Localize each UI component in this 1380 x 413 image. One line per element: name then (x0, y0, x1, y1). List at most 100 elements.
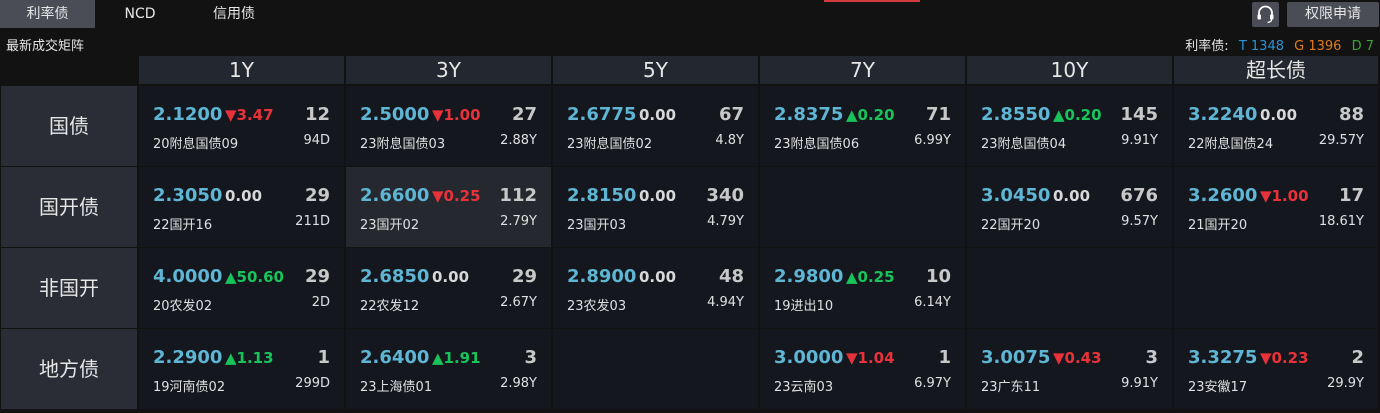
matrix-cell[interactable]: 2.9800 ▲0.25 10 19进出10 6.14Y (760, 248, 965, 328)
matrix-cell[interactable]: 2.5000 ▼1.00 27 23附息国债03 2.88Y (346, 86, 551, 166)
tab-credit-bond[interactable]: 信用债 (185, 0, 283, 28)
matrix-cell[interactable]: 3.0075 ▼0.43 3 23广东11 9.91Y (967, 329, 1172, 409)
sub-header: 最新成交矩阵 利率债: T 1348 G 1396 D 7 (0, 31, 1380, 55)
matrix-cell[interactable]: 2.6775 0.00 67 23附息国债02 4.8Y (553, 86, 758, 166)
remaining-term: 4.79Y (707, 214, 744, 229)
change-value: 0.25 (443, 187, 481, 205)
matrix-cell[interactable]: 2.6600 ▼0.25 112 23国开02 2.79Y (346, 167, 551, 247)
trade-count: 27 (511, 104, 537, 125)
bond-name: 22国开20 (981, 218, 1041, 233)
yield-rate: 2.8150 (567, 185, 637, 206)
headset-button[interactable] (1252, 2, 1279, 27)
yield-change: ▲0.25 (846, 268, 895, 286)
trade-count: 1 (938, 347, 951, 368)
matrix-cell[interactable]: 2.8900 0.00 48 23农发03 4.94Y (553, 248, 758, 328)
trade-count: 676 (1120, 185, 1158, 206)
change-value: 1.00 (1271, 187, 1309, 205)
trade-count: 112 (499, 185, 537, 206)
remaining-term: 29.9Y (1327, 376, 1364, 391)
bond-name: 23云南03 (774, 380, 834, 395)
change-value: 0.20 (1064, 106, 1102, 124)
change-value: 3.47 (236, 106, 274, 124)
yield-change: 0.00 (1260, 106, 1297, 124)
bond-name: 23广东11 (981, 380, 1041, 395)
bond-name: 23农发03 (567, 299, 627, 314)
arrow-up-icon: ▲ (432, 349, 444, 367)
change-value: 0.25 (857, 268, 895, 286)
matrix-cell[interactable]: 2.8550 ▲0.20 145 23附息国债04 9.91Y (967, 86, 1172, 166)
tab-rate-bond[interactable]: 利率债 (0, 0, 95, 28)
count-legend: 利率债: T 1348 G 1396 D 7 (1185, 35, 1374, 54)
bond-name: 23附息国债02 (567, 137, 653, 152)
column-header: 5Y (553, 56, 758, 84)
row-header: 非国开 (1, 248, 137, 328)
matrix-cell[interactable]: 3.2600 ▼1.00 17 21国开20 18.61Y (1174, 167, 1378, 247)
remaining-term: 2D (311, 295, 330, 310)
remaining-term: 6.14Y (914, 295, 951, 310)
yield-change: ▲0.20 (846, 106, 895, 124)
legend-d-count: D 7 (1351, 39, 1374, 54)
yield-rate: 2.8900 (567, 266, 637, 287)
remaining-term: 2.98Y (500, 376, 537, 391)
matrix-cell[interactable]: 3.3275 ▼0.23 2 23安徽17 29.9Y (1174, 329, 1378, 409)
matrix-cell[interactable]: 2.6400 ▲1.91 3 23上海债01 2.98Y (346, 329, 551, 409)
matrix-corner (1, 56, 137, 84)
matrix-cell[interactable]: 3.0000 ▼1.04 1 23云南03 6.97Y (760, 329, 965, 409)
legend-t-count: T 1348 (1238, 39, 1284, 54)
matrix-cell-empty (1174, 248, 1378, 328)
yield-rate: 2.8550 (981, 104, 1051, 125)
yield-change: 0.00 (639, 106, 676, 124)
matrix-cell[interactable]: 4.0000 ▲50.60 29 20农发02 2D (139, 248, 344, 328)
matrix-cell[interactable]: 2.8150 0.00 340 23国开03 4.79Y (553, 167, 758, 247)
bond-name: 20附息国债09 (153, 137, 239, 152)
bond-name: 21国开20 (1188, 218, 1248, 233)
yield-rate: 2.6775 (567, 104, 637, 125)
column-header: 3Y (346, 56, 551, 84)
yield-rate: 2.8375 (774, 104, 844, 125)
yield-change: ▼1.04 (846, 349, 895, 367)
matrix-title: 最新成交矩阵 (6, 39, 85, 54)
permission-request-button[interactable]: 权限申请 (1287, 2, 1379, 27)
yield-change: ▲1.91 (432, 349, 481, 367)
trade-count: 48 (718, 266, 744, 287)
yield-change: ▲1.13 (225, 349, 274, 367)
bond-name: 20农发02 (153, 299, 213, 314)
bond-name: 23上海债01 (360, 380, 433, 395)
trade-count: 29 (511, 266, 537, 287)
matrix-cell[interactable]: 2.8375 ▲0.20 71 23附息国债06 6.99Y (760, 86, 965, 166)
matrix-cell[interactable]: 2.2900 ▲1.13 1 19河南债02 299D (139, 329, 344, 409)
yield-rate: 2.1200 (153, 104, 223, 125)
row-header: 国开债 (1, 167, 137, 247)
yield-rate: 3.0075 (981, 347, 1051, 368)
yield-change: 0.00 (432, 268, 469, 286)
trade-count: 67 (718, 104, 744, 125)
yield-rate: 2.9800 (774, 266, 844, 287)
column-header: 10Y (967, 56, 1172, 84)
remaining-term: 299D (295, 376, 330, 391)
remaining-term: 9.91Y (1121, 133, 1158, 148)
matrix-cell[interactable]: 2.3050 0.00 29 22国开16 211D (139, 167, 344, 247)
matrix-cell[interactable]: 3.0450 0.00 676 22国开20 9.57Y (967, 167, 1172, 247)
matrix-cell[interactable]: 3.2240 0.00 88 22附息国债24 29.57Y (1174, 86, 1378, 166)
arrow-down-icon: ▼ (1053, 349, 1065, 367)
change-value: 0.00 (225, 187, 263, 205)
remaining-term: 2.88Y (500, 133, 537, 148)
remaining-term: 18.61Y (1318, 214, 1364, 229)
remaining-term: 4.8Y (715, 133, 744, 148)
remaining-term: 6.97Y (914, 376, 951, 391)
yield-change: 0.00 (639, 268, 676, 286)
matrix-cell[interactable]: 2.6850 0.00 29 22农发12 2.67Y (346, 248, 551, 328)
change-value: 0.43 (1064, 349, 1102, 367)
arrow-down-icon: ▼ (225, 106, 237, 124)
bond-name: 22附息国债24 (1188, 137, 1274, 152)
yield-change: ▼1.00 (432, 106, 481, 124)
arrow-down-icon: ▼ (846, 349, 858, 367)
arrow-up-icon: ▲ (225, 268, 237, 286)
matrix-cell[interactable]: 2.1200 ▼3.47 12 20附息国债09 94D (139, 86, 344, 166)
yield-rate: 3.0450 (981, 185, 1051, 206)
column-header: 7Y (760, 56, 965, 84)
yield-rate: 2.3050 (153, 185, 223, 206)
tab-ncd[interactable]: NCD (95, 0, 185, 28)
headset-icon (1257, 5, 1274, 24)
change-value: 0.00 (1053, 187, 1091, 205)
